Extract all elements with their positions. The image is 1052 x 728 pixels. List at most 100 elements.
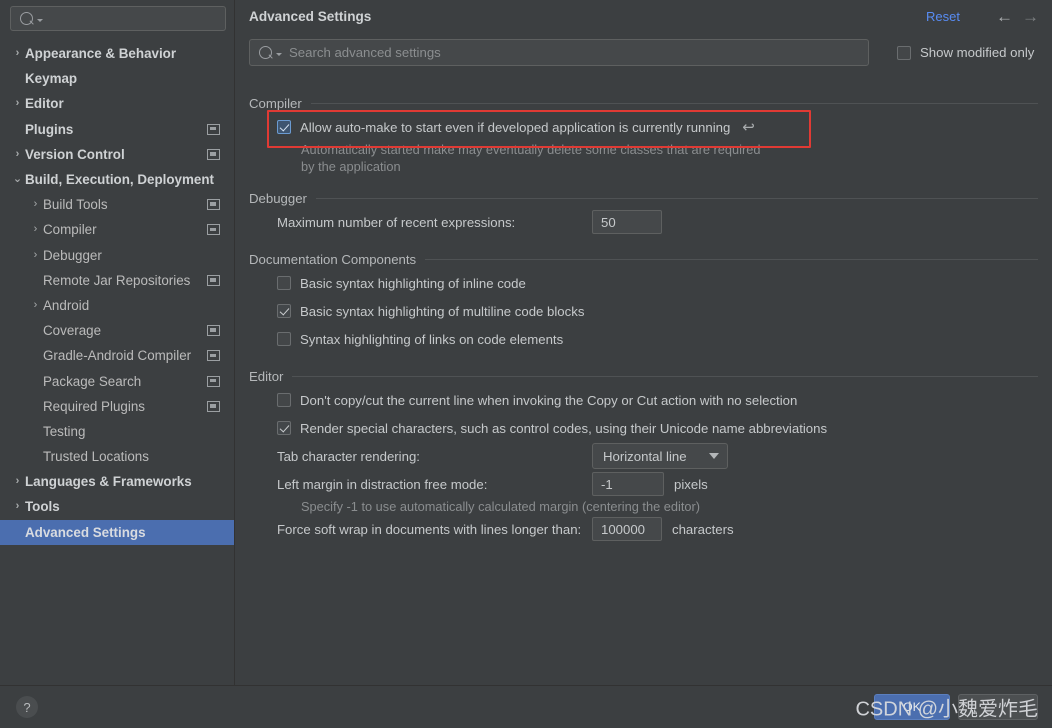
sidebar-item-label: Package Search — [43, 373, 142, 389]
chevron-right-icon[interactable]: › — [10, 98, 25, 109]
sidebar-item-version-control[interactable]: › Version Control — [0, 142, 234, 167]
setting-input[interactable]: 50 — [592, 210, 662, 234]
reset-link[interactable]: Reset — [926, 9, 960, 24]
setting-checkbox-row[interactable]: Don't copy/cut the current line when inv… — [249, 386, 1038, 414]
search-icon — [20, 12, 33, 25]
forward-arrow-icon[interactable]: → — [1022, 8, 1039, 25]
sidebar-item-coverage[interactable]: Coverage — [0, 318, 234, 343]
setting-label: Basic syntax highlighting of multiline c… — [300, 303, 585, 319]
search-advanced-settings-input[interactable]: Search advanced settings — [249, 39, 869, 66]
sidebar-item-remote-jar-repositories[interactable]: Remote Jar Repositories — [0, 268, 234, 293]
sidebar-item-label: Coverage — [43, 323, 102, 339]
tab-character-rendering-select[interactable]: Horizontal line — [592, 443, 728, 469]
setting-unit-label: characters — [672, 521, 734, 537]
sidebar-item-build-tools[interactable]: › Build Tools — [0, 192, 234, 217]
chevron-right-icon[interactable]: › — [28, 249, 43, 261]
setting-combo-row: Tab character rendering: Horizontal line — [249, 442, 1038, 470]
sidebar-item-compiler[interactable]: › Compiler — [0, 217, 234, 242]
settings-sidebar: › Appearance & Behavior Keymap › Editor Plugi… — [0, 0, 235, 686]
setting-label: Maximum number of recent expressions: — [277, 214, 516, 230]
setting-textfield-row: Maximum number of recent expressions: 50 — [249, 208, 1038, 236]
chevron-right-icon[interactable]: › — [10, 48, 25, 59]
chevron-right-icon[interactable]: › — [10, 476, 25, 487]
sidebar-item-gradle-android-compiler[interactable]: Gradle-Android Compiler — [0, 343, 234, 368]
setting-textfield-row: Left margin in distraction free mode: -1 p… — [249, 470, 1038, 498]
checkbox-box[interactable] — [277, 276, 291, 290]
sidebar-item-required-plugins[interactable]: Required Plugins — [0, 394, 234, 419]
sidebar-item-debugger[interactable]: › Debugger — [0, 243, 234, 268]
main-header: Advanced Settings Reset ← → — [235, 0, 1052, 32]
sidebar-item-plugins[interactable]: Plugins — [0, 117, 234, 142]
sidebar-item-trusted-locations[interactable]: Trusted Locations — [0, 444, 234, 469]
sidebar-search-input[interactable] — [10, 6, 226, 31]
chevron-right-icon[interactable]: › — [10, 501, 25, 512]
sidebar-item-package-search[interactable]: Package Search — [0, 368, 234, 393]
cancel-button[interactable] — [958, 694, 1038, 721]
sidebar-item-testing[interactable]: Testing — [0, 419, 234, 444]
sidebar-item-android[interactable]: › Android — [0, 293, 234, 318]
setting-checkbox-row[interactable]: Render special characters, such as contr… — [249, 414, 1038, 442]
setting-checkbox-row[interactable]: Allow auto-make to start even if develop… — [249, 113, 1038, 141]
setting-input[interactable]: -1 — [592, 472, 664, 496]
section-title: Editor — [249, 369, 284, 384]
checkbox-box[interactable] — [277, 120, 291, 134]
setting-label: Don't copy/cut the current line when inv… — [300, 392, 798, 408]
checkbox-box[interactable] — [277, 332, 291, 346]
module-scope-icon — [207, 325, 220, 337]
chevron-right-icon[interactable]: › — [10, 148, 25, 160]
setting-label: Render special characters, such as contr… — [300, 420, 828, 436]
setting-hint: Automatically started make may eventuall… — [301, 142, 761, 174]
module-scope-icon — [207, 123, 220, 135]
section-header: Debugger — [249, 191, 1038, 206]
sidebar-item-label: Android — [43, 297, 90, 313]
section-title: Documentation Components — [249, 252, 417, 267]
module-scope-icon — [207, 148, 220, 160]
section-divider — [292, 376, 1038, 377]
sidebar-item-tools[interactable]: › Tools — [0, 494, 234, 519]
sidebar-item-label: Trusted Locations — [43, 449, 149, 465]
dialog-footer: ? OK CSDN @小魏爱炸毛 — [0, 685, 1052, 728]
sidebar-item-keymap[interactable]: Keymap — [0, 66, 234, 91]
show-modified-only-checkbox[interactable]: Show modified only — [897, 45, 1034, 60]
checkbox-box — [897, 45, 911, 60]
sidebar-item-label: Debugger — [43, 247, 102, 263]
module-scope-icon — [207, 400, 220, 412]
section-header: Editor — [249, 369, 1038, 384]
chevron-right-icon[interactable]: › — [28, 224, 43, 235]
setting-hint: Specify -1 to use automatically calculat… — [301, 499, 701, 514]
settings-dialog: › Appearance & Behavior Keymap › Editor Plugi… — [0, 0, 1052, 728]
sidebar-item-appearance-behavior[interactable]: › Appearance & Behavior — [0, 41, 234, 66]
setting-checkbox-row[interactable]: Basic syntax highlighting of multiline c… — [249, 297, 1038, 325]
revert-arrow-icon[interactable]: ↩ — [742, 120, 755, 135]
advanced-search-bar: Search advanced settings Show modified o… — [235, 39, 1052, 66]
settings-tree: › Appearance & Behavior Keymap › Editor Plugi… — [0, 39, 234, 545]
setting-label: Syntax highlighting of links on code ele… — [300, 331, 564, 347]
checkbox-box[interactable] — [277, 421, 291, 435]
checkbox-box[interactable] — [277, 393, 291, 407]
checkbox-box[interactable] — [277, 304, 291, 318]
module-scope-icon — [207, 375, 220, 387]
sidebar-item-label: Gradle-Android Compiler — [43, 348, 192, 364]
chevron-down-icon — [37, 19, 43, 22]
sidebar-item-languages-frameworks[interactable]: › Languages & Frameworks — [0, 469, 234, 494]
sidebar-search-wrap — [0, 0, 234, 39]
sidebar-item-build-execution-deployment[interactable]: ⌄ Build, Execution, Deployment — [0, 167, 234, 192]
help-button[interactable]: ? — [16, 696, 38, 719]
chevron-down-icon — [276, 53, 282, 56]
sidebar-item-editor[interactable]: › Editor — [0, 91, 234, 116]
section-divider — [310, 103, 1038, 104]
sidebar-item-advanced-settings[interactable]: Advanced Settings — [0, 519, 234, 545]
setting-checkbox-row[interactable]: Basic syntax highlighting of inline code — [249, 269, 1038, 297]
chevron-down-icon[interactable]: ⌄ — [10, 174, 25, 185]
setting-checkbox-row[interactable]: Syntax highlighting of links on code ele… — [249, 325, 1038, 353]
sidebar-item-label: Appearance & Behavior — [25, 46, 177, 62]
chevron-right-icon[interactable]: › — [28, 199, 43, 210]
select-value: Horizontal line — [603, 448, 687, 464]
settings-main-panel: Advanced Settings Reset ← → Search advan… — [235, 0, 1052, 686]
back-arrow-icon[interactable]: ← — [996, 8, 1013, 25]
sidebar-item-label: Languages & Frameworks — [25, 474, 192, 490]
chevron-right-icon[interactable]: › — [28, 299, 43, 311]
setting-input[interactable]: 100000 — [592, 517, 662, 541]
ok-button[interactable]: OK — [874, 694, 950, 721]
section-divider — [425, 259, 1038, 260]
